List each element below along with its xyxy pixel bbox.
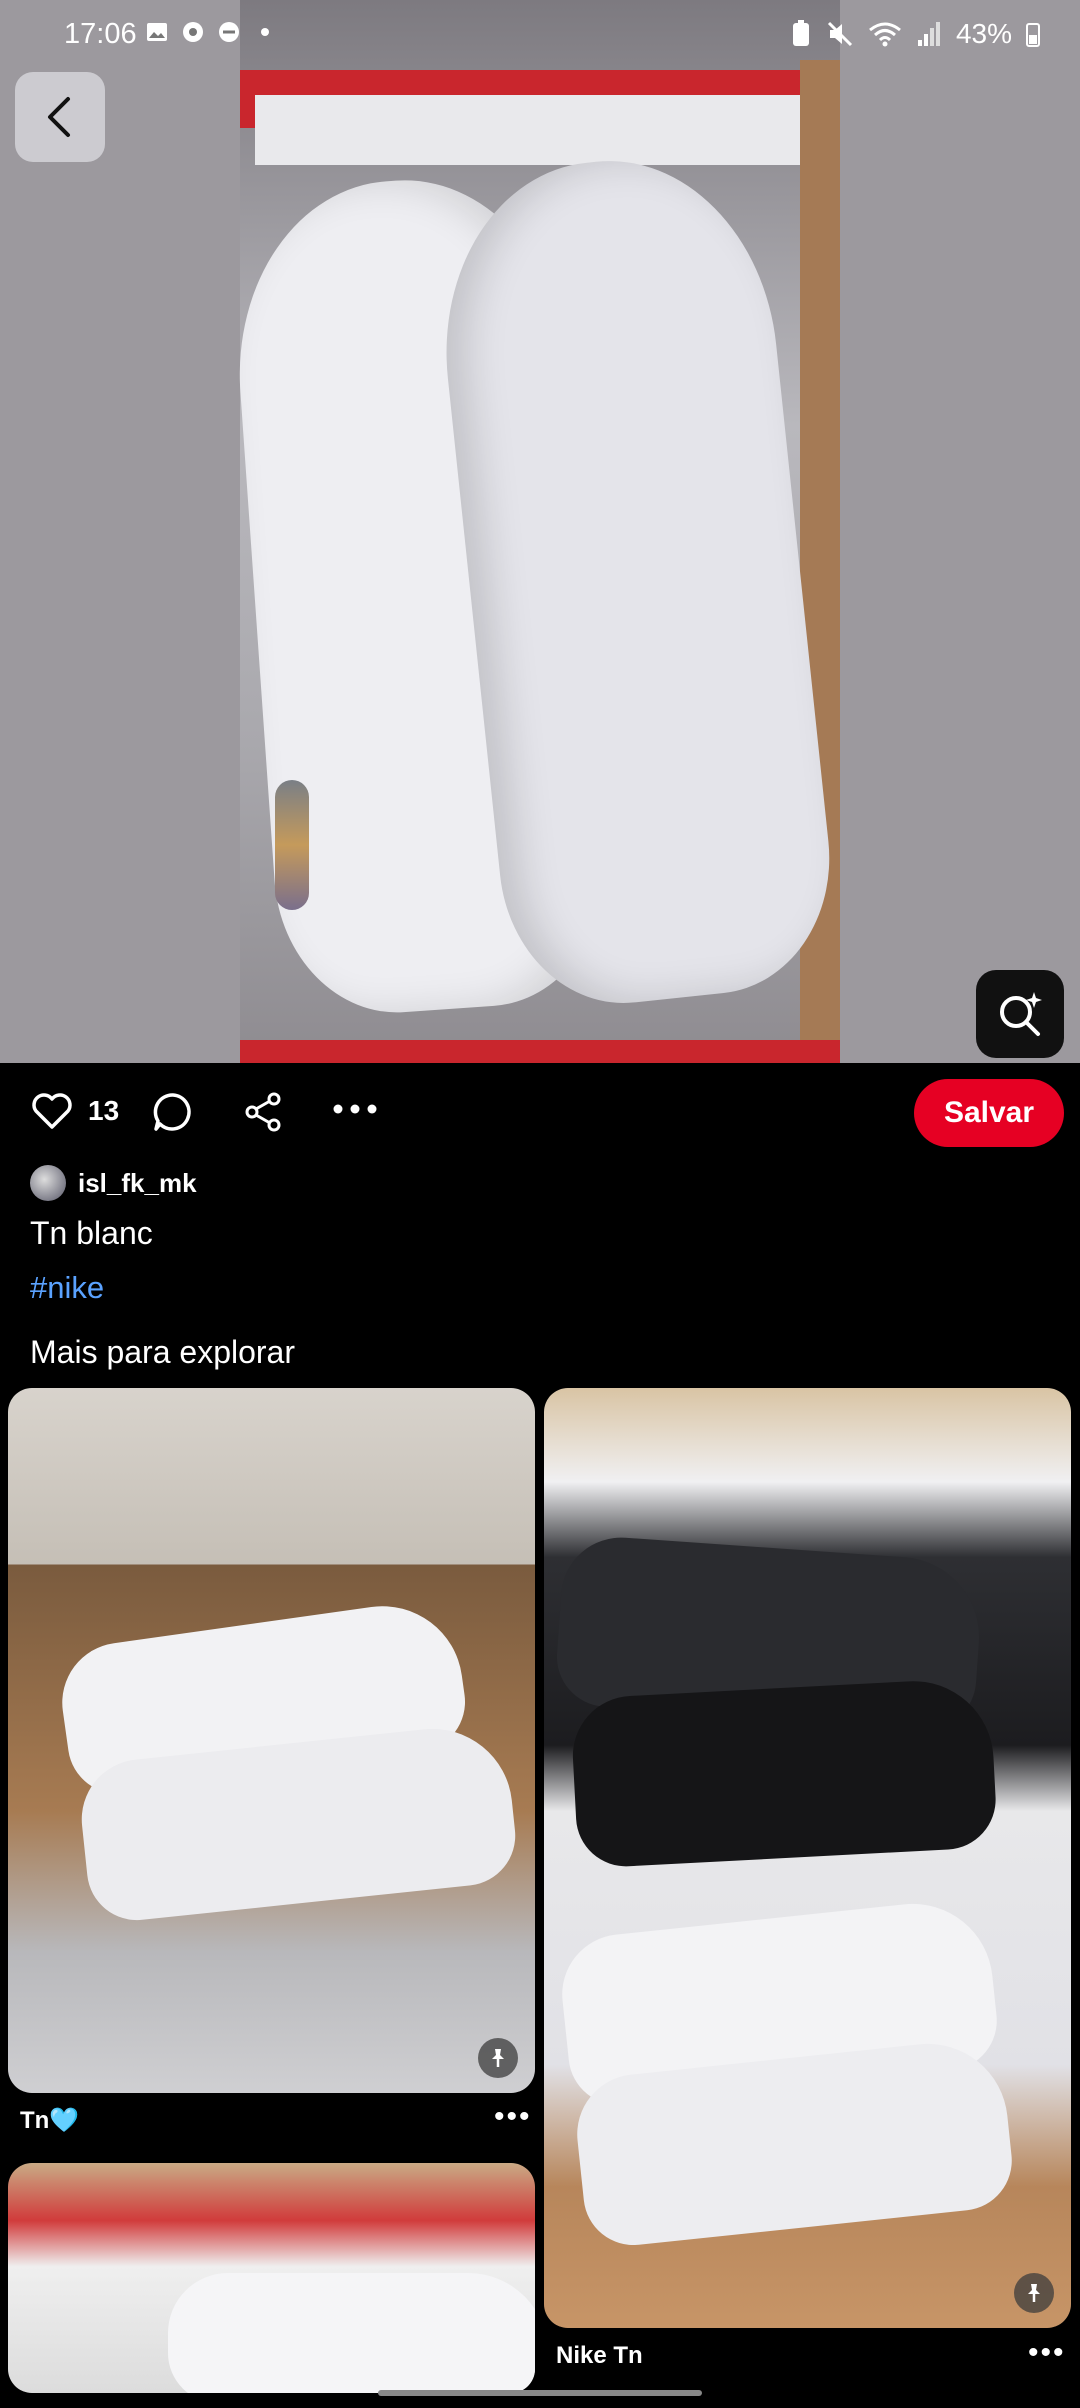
card-caption: Nike Tn (556, 2342, 643, 2369)
signal-icon (917, 22, 940, 46)
dnd-icon (219, 22, 239, 42)
card-shoe-decor (569, 1677, 999, 1869)
card-more-button[interactable]: ••• (494, 2100, 532, 2134)
status-bar: 17:06 43% (0, 0, 1080, 72)
like-count: 13 (88, 1095, 120, 1126)
save-button[interactable]: Salvar (914, 1079, 1064, 1147)
pin-title: Tn blanc (30, 1215, 153, 1251)
notification-dot-icon (261, 28, 269, 36)
battery-percent: 43% (955, 18, 1012, 49)
pin-image[interactable] (0, 0, 1080, 1063)
card-caption: Tn🩵 (20, 2107, 80, 2134)
chrome-icon (183, 22, 203, 42)
comment-button[interactable] (152, 1091, 194, 1133)
box-inner-decor (255, 95, 825, 165)
hashtag-link[interactable]: #nike (30, 1270, 104, 1306)
related-pin-card[interactable] (544, 1388, 1071, 2328)
air-unit-decor (275, 780, 309, 910)
wifi-icon (869, 22, 901, 47)
author-row[interactable]: isl_fk_mk (30, 1163, 197, 1203)
more-icon (333, 1104, 377, 1114)
avatar[interactable] (30, 1165, 66, 1201)
related-pin-card[interactable] (8, 2163, 535, 2393)
pin-badge (1014, 2273, 1054, 2313)
battery-saver-icon (792, 20, 809, 46)
visual-search-icon (1000, 992, 1042, 1036)
pin-badge (478, 2038, 518, 2078)
home-indicator[interactable] (378, 2390, 702, 2396)
back-arrow-icon (48, 97, 70, 137)
heart-icon (32, 1093, 72, 1129)
share-icon (245, 1092, 281, 1132)
visual-search-button[interactable] (976, 970, 1064, 1058)
card-more-button[interactable]: ••• (1028, 2336, 1066, 2370)
pin-icon (492, 2049, 504, 2067)
more-options-button[interactable] (332, 1103, 378, 1115)
share-button[interactable] (242, 1091, 284, 1133)
mute-icon (827, 21, 853, 47)
battery-icon (1026, 23, 1040, 47)
gallery-icon (147, 23, 167, 41)
related-pin-card[interactable] (8, 1388, 535, 2093)
back-button[interactable] (15, 72, 105, 162)
comment-icon (153, 1093, 191, 1131)
pin-action-bar: 13 Salvar (0, 1063, 1080, 1163)
author-name[interactable]: isl_fk_mk (78, 1168, 197, 1199)
box-rim-decor (240, 1040, 840, 1063)
like-button[interactable]: 13 (30, 1091, 119, 1131)
pin-icon (1028, 2284, 1040, 2302)
card-shoe-decor (168, 2273, 535, 2393)
explore-heading: Mais para explorar (30, 1334, 295, 1370)
status-time: 17:06 (64, 18, 137, 50)
